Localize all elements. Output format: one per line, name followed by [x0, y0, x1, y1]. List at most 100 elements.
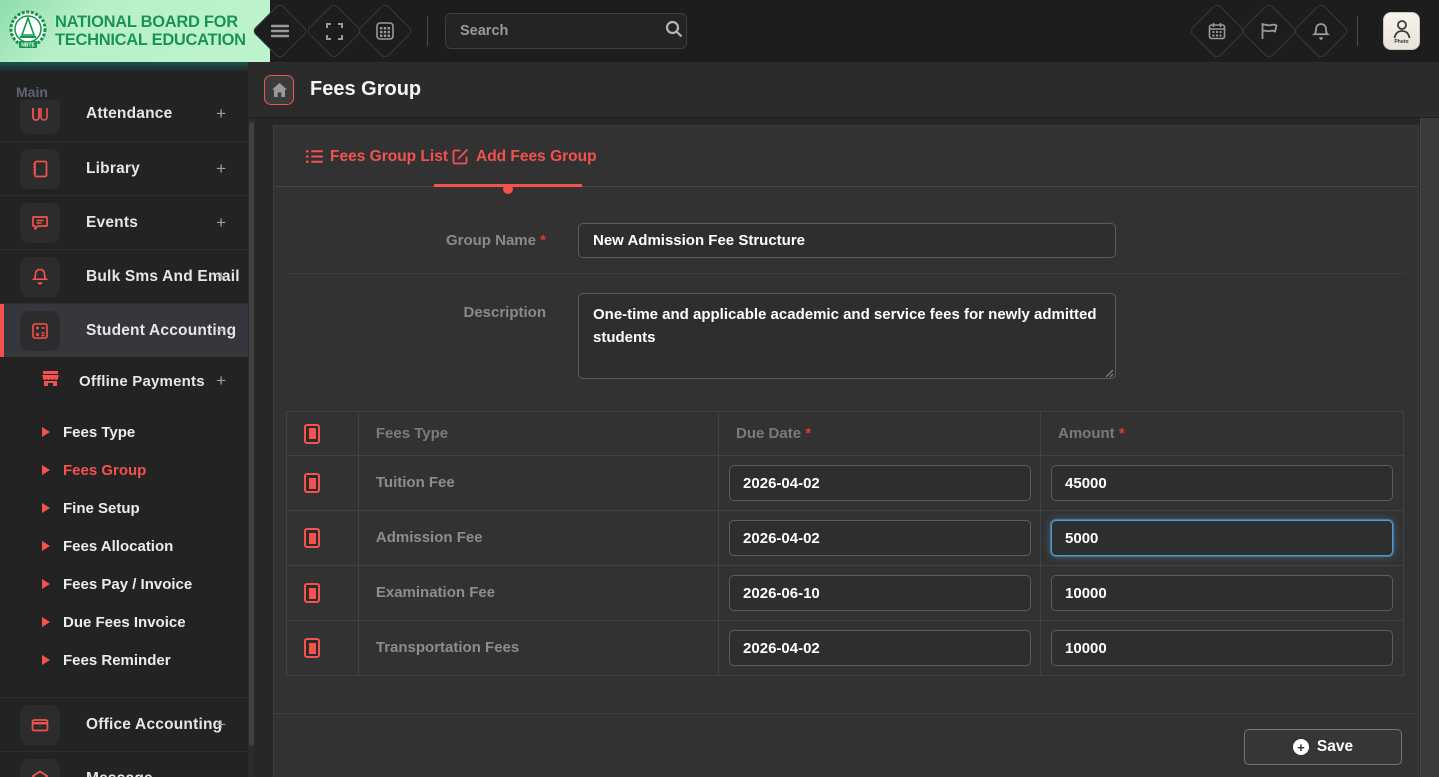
group-name-input[interactable] [578, 223, 1116, 258]
edit-icon [452, 149, 468, 165]
caret-right-icon [42, 427, 50, 437]
sidebar-item-fees-reminder[interactable]: Fees Reminder [0, 641, 248, 679]
amount-input[interactable] [1051, 630, 1394, 666]
sidebar-item-fees-type[interactable]: Fees Type [0, 413, 248, 451]
search-bar [445, 13, 687, 49]
due-date-input[interactable] [729, 630, 1032, 666]
svg-text:NBTE: NBTE [21, 43, 35, 49]
tab-fees-group-list[interactable]: Fees Group List [306, 126, 448, 187]
sidebar-item-fine-setup[interactable]: Fine Setup [0, 489, 248, 527]
caret-right-icon [42, 655, 50, 665]
table-row: Tuition Fee [286, 455, 1404, 511]
group-name-label: Group Name * [445, 232, 546, 249]
search-icon[interactable] [665, 20, 683, 43]
expand-plus-icon[interactable]: + [216, 715, 226, 735]
column-header-due-date: Due Date * [736, 425, 812, 442]
fee-type-name: Tuition Fee [375, 474, 455, 491]
sidebar-item-events[interactable]: Events + [0, 195, 248, 249]
sidebar-item-office-accounting[interactable]: Office Accounting + [0, 697, 248, 751]
sidebar-item-due-fees-invoice[interactable]: Due Fees Invoice [0, 603, 248, 641]
hamburger-icon [261, 12, 299, 50]
table-row: Admission Fee [286, 510, 1404, 566]
collapse-minus-icon[interactable]: − [216, 321, 226, 341]
tabs-row: Fees Group List Add Fees Group [274, 126, 1418, 194]
sidebar-item-offline-payments[interactable]: Offline Payments + [0, 357, 248, 405]
select-all-checkbox[interactable] [304, 423, 320, 444]
row-checkbox[interactable] [304, 583, 320, 603]
tab-label: Fees Group List [330, 147, 448, 165]
flag-button[interactable] [1240, 2, 1298, 60]
sidebar-top-gradient [0, 62, 248, 72]
expand-plus-icon[interactable]: + [216, 159, 226, 179]
sidebar-item-library[interactable]: Library + [0, 141, 248, 195]
active-tab-underline-dot [503, 184, 513, 194]
fees-table-header-row: Fees Type Due Date * Amount * [286, 411, 1404, 456]
list-icon [306, 150, 323, 163]
required-asterisk: * [540, 232, 546, 249]
user-avatar[interactable]: Photo [1383, 12, 1420, 50]
row-checkbox[interactable] [304, 473, 320, 493]
message-icon [20, 758, 60, 777]
column-header-fees-type: Fees Type [375, 425, 449, 442]
table-row: Examination Fee [286, 565, 1404, 621]
caret-right-icon [42, 503, 50, 513]
grid-icon [366, 12, 404, 50]
row-checkbox[interactable] [304, 528, 320, 548]
tab-label: Add Fees Group [476, 147, 597, 165]
page-title: Fees Group [310, 78, 422, 100]
due-date-input[interactable] [729, 575, 1032, 611]
page-scrollbar[interactable] [1420, 118, 1439, 777]
expand-plus-icon[interactable]: + [216, 267, 226, 287]
expand-plus-icon[interactable]: + [216, 371, 226, 391]
offline-payments-icon [40, 368, 61, 394]
bulk-sms-icon [20, 256, 60, 297]
due-date-input[interactable] [729, 465, 1032, 501]
apps-grid-button[interactable] [356, 2, 414, 60]
footer-divider [274, 713, 1418, 714]
sidebar-item-attendance[interactable]: Attendance + [0, 100, 248, 141]
topbar: NBTE NATIONAL BOARD FOR TECHNICAL EDUCAT… [0, 0, 1439, 62]
sidebar-item-fees-allocation[interactable]: Fees Allocation [0, 527, 248, 565]
library-icon [20, 148, 60, 189]
form-divider [286, 273, 1406, 274]
content-area: Fees Group List Add Fees Group Group Nam… [255, 118, 1439, 777]
due-date-input[interactable] [729, 520, 1032, 556]
tab-add-fees-group[interactable]: Add Fees Group [452, 126, 597, 187]
calendar-button[interactable] [1188, 2, 1246, 60]
sidebar-item-message[interactable]: Message [0, 751, 248, 777]
amount-input[interactable] [1051, 465, 1394, 501]
search-input[interactable] [446, 23, 665, 39]
nbte-emblem-icon: NBTE [9, 10, 47, 49]
table-row: Transportation Fees [286, 620, 1404, 676]
fullscreen-icon [315, 12, 353, 50]
description-label: Description [463, 304, 546, 321]
sidebar-scrollbar-thumb[interactable] [249, 122, 254, 746]
save-button-label: Save [1316, 738, 1354, 755]
amount-input-focused[interactable] [1051, 520, 1394, 556]
logo[interactable]: NBTE NATIONAL BOARD FOR TECHNICAL EDUCAT… [0, 0, 270, 62]
caret-right-icon [42, 579, 50, 589]
save-button[interactable]: + Save [1244, 729, 1402, 765]
sidebar-item-bulk-sms-and-email[interactable]: Bulk Sms And Email + [0, 249, 248, 303]
fullscreen-button[interactable] [305, 2, 363, 60]
sidebar-item-student-accounting[interactable]: Student Accounting − [0, 303, 248, 357]
amount-input[interactable] [1051, 575, 1394, 611]
topbar-divider [1357, 16, 1358, 46]
caret-right-icon [42, 541, 50, 551]
expand-plus-icon[interactable]: + [216, 213, 226, 233]
sidebar-item-fees-pay-invoice[interactable]: Fees Pay / Invoice [0, 565, 248, 603]
row-checkbox[interactable] [304, 638, 320, 658]
logo-text: NATIONAL BOARD FOR TECHNICAL EDUCATION [55, 12, 246, 49]
sidebar-item-fees-group[interactable]: Fees Group [0, 451, 248, 489]
description-input[interactable]: One-time and applicable academic and ser… [578, 293, 1116, 379]
home-button[interactable] [264, 75, 294, 105]
sidebar-scrollbar[interactable] [248, 118, 255, 777]
person-icon [1393, 19, 1410, 38]
student-accounting-icon [20, 310, 60, 351]
caret-right-icon [42, 617, 50, 627]
expand-plus-icon[interactable]: + [216, 104, 226, 124]
avatar-caption: Photo [1394, 38, 1409, 45]
plus-circle-icon: + [1292, 739, 1309, 755]
flag-icon [1250, 12, 1288, 50]
notifications-button[interactable] [1292, 2, 1350, 60]
